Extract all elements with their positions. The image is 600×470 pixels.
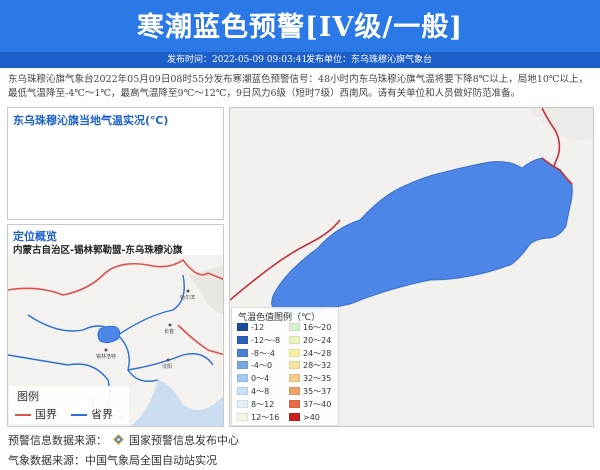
color-legend-label: 20～24 — [303, 335, 332, 345]
city-label: 沈阳 — [162, 363, 172, 370]
header-banner: 寒潮蓝色预警[IV级/一般] — [0, 0, 600, 52]
publish-time: 发布时间：2022-05-09 09:03:41 — [167, 55, 308, 65]
color-swatch — [289, 323, 300, 331]
weather-source-line: 气象数据来源：中国气象局全国自动站实况 — [8, 454, 217, 467]
legend-province-border: 省界 — [71, 406, 113, 422]
temperature-panel-title: 东乌珠穆沁旗当地气温实况(℃) — [13, 114, 169, 127]
color-legend-label: 32～35 — [303, 374, 332, 384]
color-legend-item: 28～32 — [289, 361, 331, 371]
color-legend-label: 24～28 — [303, 348, 332, 358]
color-legend-item: -8～-4 — [237, 348, 275, 359]
warning-center-logo-icon — [112, 434, 124, 445]
local-temperature-panel: 东乌珠穆沁旗当地气温实况(℃) — [7, 107, 224, 220]
warning-source-label: 预警信息数据来源： — [8, 434, 107, 447]
color-legend-item: 12～16 — [237, 412, 280, 423]
temperature-color-legend: 气温色值图例（℃） -12 -12～-8 -8～-4 -4～0 0～4 4～8 8～12 12… — [231, 307, 339, 426]
national-border-line-icon — [15, 414, 31, 416]
color-swatch — [289, 361, 300, 370]
legend-national-border: 国界 — [15, 406, 57, 422]
color-legend-item: -12 — [237, 323, 264, 333]
color-swatch — [237, 387, 248, 395]
color-swatch — [289, 348, 300, 357]
color-swatch — [289, 374, 300, 383]
color-swatch — [237, 399, 248, 408]
color-legend-item: -4～0 — [237, 361, 272, 371]
page-title: 寒潮蓝色预警[IV级/一般] — [137, 12, 463, 43]
color-swatch — [237, 412, 248, 421]
color-swatch — [237, 348, 248, 357]
color-legend-item: 32～35 — [289, 374, 331, 384]
warning-source-line: 预警信息数据来源： 国家预警信息发布中心 — [8, 432, 239, 448]
city-label: 锡林浩特 — [96, 353, 116, 360]
color-legend-label: >40 — [303, 412, 320, 422]
color-legend-item: 20～24 — [289, 335, 332, 346]
color-legend-label: 4～8 — [251, 387, 270, 396]
color-legend-label: -8～-4 — [251, 348, 275, 358]
color-legend-item: 24～28 — [289, 348, 332, 359]
city-label: 哈尔滨 — [180, 294, 195, 301]
color-legend-item: -12～-8 — [237, 335, 281, 346]
color-legend-item: 35～37 — [289, 387, 331, 397]
color-swatch — [237, 374, 248, 383]
color-legend-label: 0～4 — [251, 374, 270, 384]
border-legend-title: 图例 — [17, 390, 39, 403]
color-swatch — [289, 387, 300, 395]
color-legend-label: 28～32 — [303, 361, 332, 371]
color-legend-label: 12～16 — [251, 412, 280, 422]
color-legend-label: 37～40 — [303, 399, 332, 409]
color-swatch — [237, 335, 248, 344]
color-legend-title: 气温色值图例（℃） — [238, 313, 321, 323]
color-legend-label: -12 — [251, 323, 265, 332]
color-swatch — [289, 399, 300, 408]
color-legend-item: 4～8 — [237, 387, 269, 397]
color-legend-item: 16～20 — [289, 323, 331, 333]
color-legend-item: 8～12 — [237, 399, 275, 410]
color-legend-label: -12～-8 — [251, 335, 281, 345]
color-swatch — [237, 361, 248, 370]
publish-unit: 发布单位：东乌珠穆沁旗气象台 — [306, 55, 433, 65]
color-legend-label: 35～37 — [303, 387, 332, 396]
color-legend-label: 16～20 — [303, 323, 332, 332]
color-swatch — [289, 412, 300, 421]
color-swatch — [289, 335, 300, 344]
warning-source-link[interactable]: 国家预警信息发布中心 — [129, 434, 239, 447]
color-legend-item: 37～40 — [289, 399, 332, 410]
province-border-line-icon — [71, 414, 87, 416]
color-legend-item: 0～4 — [237, 374, 269, 384]
border-legend: 图例 国界 省界 — [9, 386, 129, 424]
location-path: 内蒙古自治区-锡林郭勒盟-东乌珠穆沁旗 — [13, 245, 183, 256]
publish-info-bar: 发布时间：2022-05-09 09:03:41 发布单位：东乌珠穆沁旗气象台 — [0, 52, 600, 68]
city-label: 长春 — [164, 328, 174, 335]
color-legend-label: 8～12 — [251, 399, 275, 409]
warning-summary: 东乌珠穆沁旗气象台2022年05月09日08时55分发布寒潮蓝色预警信号：48小… — [8, 74, 589, 99]
color-legend-item: >40 — [289, 412, 320, 423]
color-legend-label: -4～0 — [251, 361, 273, 371]
color-swatch — [237, 323, 248, 331]
